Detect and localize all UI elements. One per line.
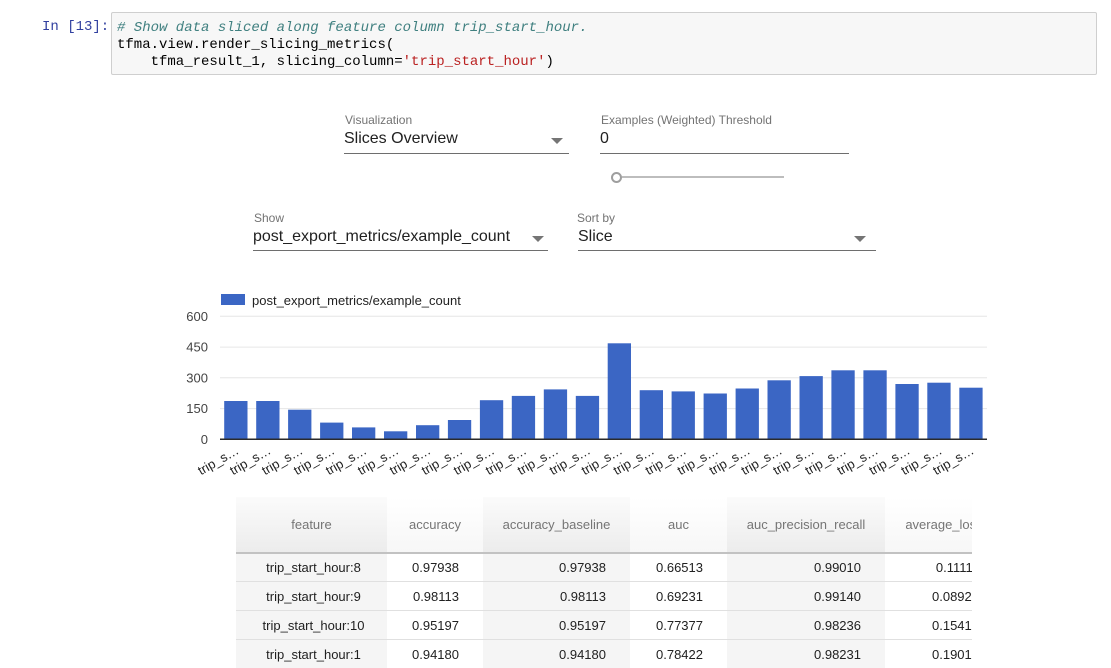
svg-text:post_export_metrics/example_co: post_export_metrics/example_count bbox=[252, 293, 461, 308]
svg-text:300: 300 bbox=[186, 370, 208, 385]
svg-text:450: 450 bbox=[186, 340, 208, 355]
svg-text:600: 600 bbox=[186, 309, 208, 324]
svg-text:150: 150 bbox=[186, 401, 208, 416]
svg-text:0: 0 bbox=[201, 432, 208, 447]
